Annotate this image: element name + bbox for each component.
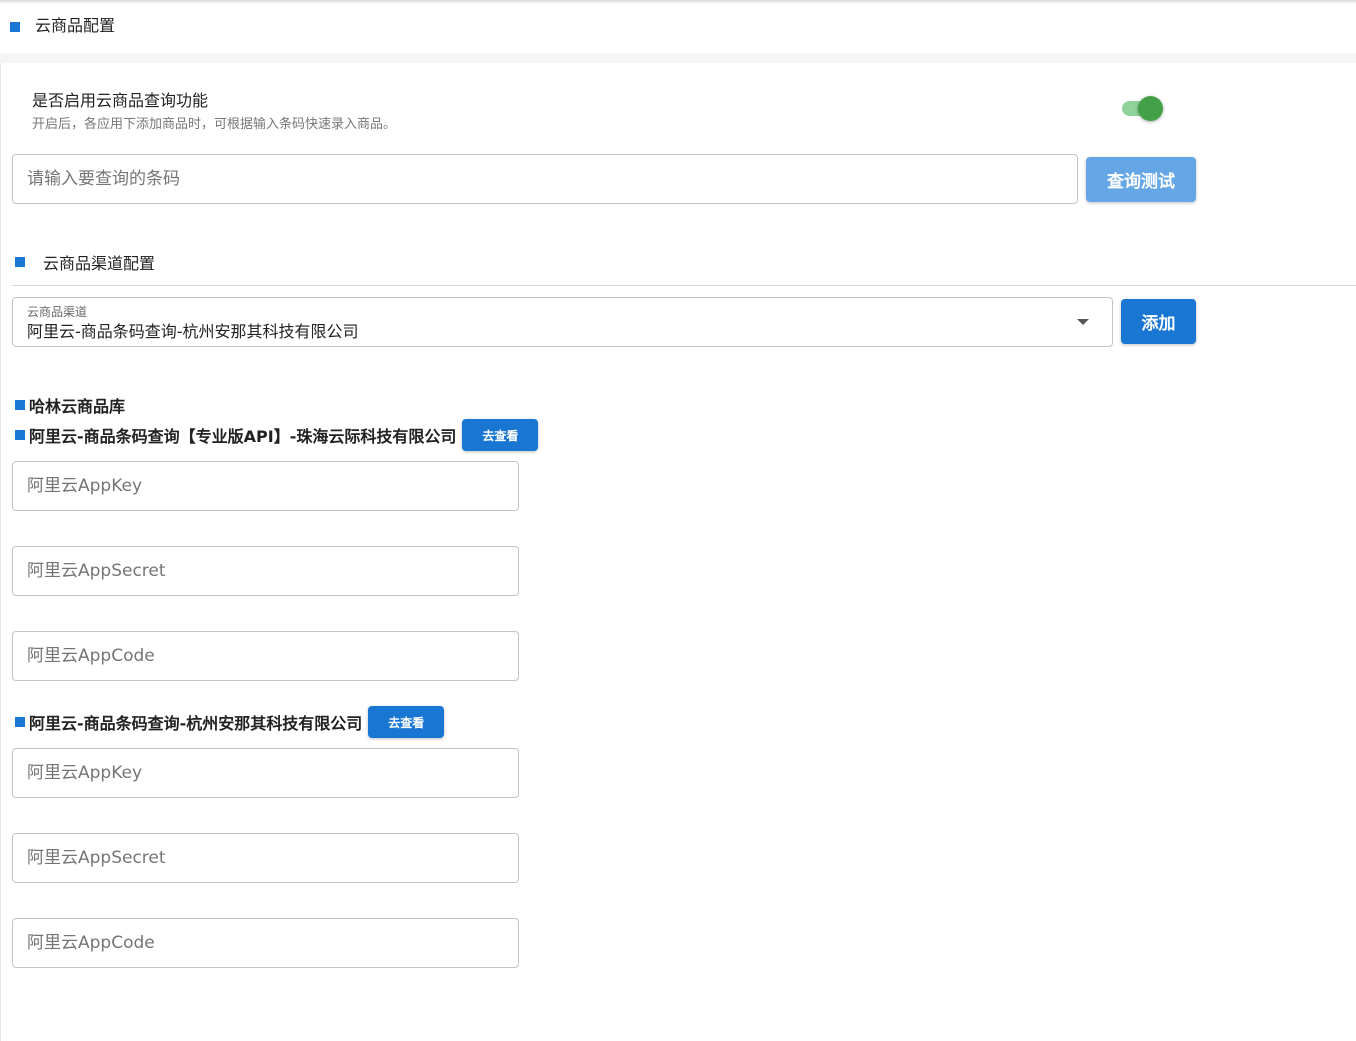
channel-section-title: 云商品渠道配置	[43, 254, 156, 273]
chevron-down-icon[interactable]	[1077, 319, 1089, 325]
channel-title: 哈林云商品库	[29, 397, 126, 416]
section-marker-icon	[15, 717, 25, 727]
barcode-field	[12, 154, 1078, 204]
appsecret-field	[12, 833, 519, 883]
appcode-input[interactable]	[27, 919, 504, 967]
channel-select-value: 阿里云-商品条码查询-杭州安那其科技有限公司	[27, 322, 359, 341]
appcode-input[interactable]	[27, 632, 504, 680]
view-channel-button[interactable]: 去查看	[368, 706, 445, 738]
channel-header: 阿里云-商品条码查询-杭州安那其科技有限公司 去查看	[15, 706, 445, 738]
left-border	[0, 60, 1, 1041]
channel-header: 哈林云商品库	[15, 389, 125, 421]
page-title: 云商品配置	[35, 16, 116, 35]
channel-select[interactable]: 云商品渠道 阿里云-商品条码查询-杭州安那其科技有限公司	[12, 297, 1113, 347]
appcode-field	[12, 918, 519, 968]
appsecret-input[interactable]	[27, 547, 504, 595]
channel-section-header: 云商品渠道配置	[15, 250, 155, 274]
barcode-input[interactable]	[27, 155, 1063, 203]
add-channel-button[interactable]: 添加	[1121, 299, 1196, 344]
enable-setting-title: 是否启用云商品查询功能	[32, 91, 209, 110]
section-divider	[12, 285, 1356, 286]
appsecret-input[interactable]	[27, 834, 504, 882]
enable-cloud-query-toggle[interactable]	[1120, 96, 1164, 122]
channel-title: 阿里云-商品条码查询【专业版API】-珠海云际科技有限公司	[29, 427, 457, 446]
view-channel-button[interactable]: 去查看	[462, 419, 539, 451]
top-shadow	[0, 0, 1356, 4]
section-marker-icon	[15, 400, 25, 410]
section-marker-icon	[10, 22, 20, 32]
appkey-input[interactable]	[27, 749, 504, 797]
enable-setting-description: 开启后，各应用下添加商品时，可根据输入条码快速录入商品。	[32, 117, 397, 132]
appsecret-field	[12, 546, 519, 596]
section-marker-icon	[15, 430, 25, 440]
section-marker-icon	[15, 257, 25, 267]
channel-title: 阿里云-商品条码查询-杭州安那其科技有限公司	[29, 714, 363, 733]
header-divider-band	[0, 53, 1356, 63]
channel-header: 阿里云-商品条码查询【专业版API】-珠海云际科技有限公司 去查看	[15, 419, 539, 451]
toggle-thumb	[1138, 96, 1163, 121]
appcode-field	[12, 631, 519, 681]
appkey-field	[12, 461, 519, 511]
query-test-button[interactable]: 查询测试	[1086, 157, 1196, 202]
page-header: 云商品配置	[10, 12, 115, 36]
appkey-field	[12, 748, 519, 798]
appkey-input[interactable]	[27, 462, 504, 510]
